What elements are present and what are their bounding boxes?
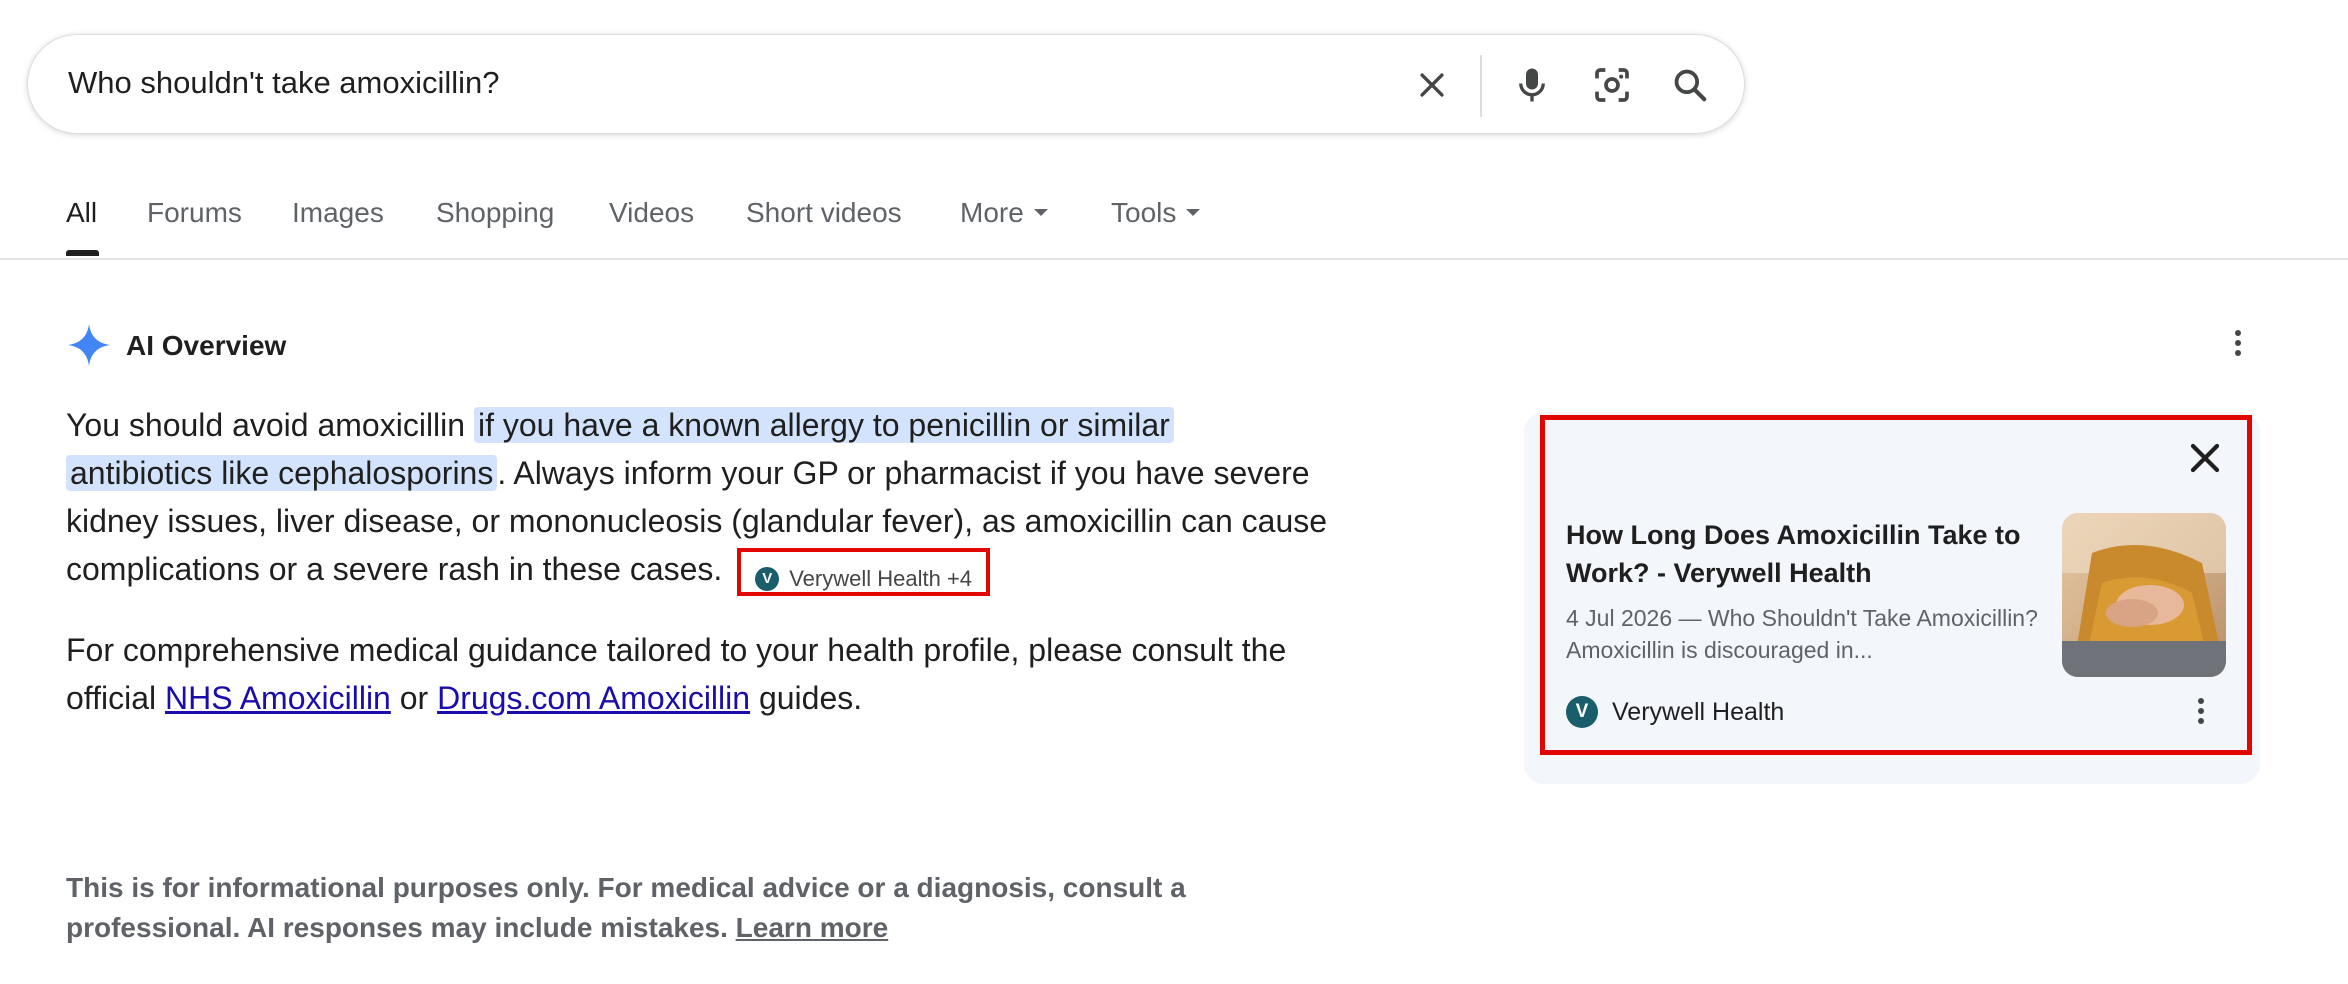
chevron-down-icon xyxy=(1033,209,1048,217)
clear-icon[interactable] xyxy=(1408,61,1456,109)
guidance-text-end: guides. xyxy=(750,680,863,716)
answer-text: You should avoid amoxicillin xyxy=(66,407,474,443)
tabs-divider xyxy=(0,258,2348,260)
verywell-logo-icon: V xyxy=(1566,696,1598,728)
source-card-title[interactable]: How Long Does Amoxicillin Take to Work? … xyxy=(1566,516,2056,592)
verywell-logo-icon: V xyxy=(755,566,780,591)
source-card-thumbnail[interactable] xyxy=(2062,513,2226,677)
ai-overview-answer: You should avoid amoxicillin if you have… xyxy=(66,401,1366,596)
source-card[interactable]: How Long Does Amoxicillin Take to Work? … xyxy=(1540,415,2252,755)
source-card-more-options-icon[interactable] xyxy=(2195,696,2207,731)
citation-chip-label: Verywell Health +4 xyxy=(789,565,973,591)
tab-shopping[interactable]: Shopping xyxy=(436,197,554,229)
source-card-site-name: Verywell Health xyxy=(1612,697,1785,726)
search-tabs: All Forums Images Shopping Videos Short … xyxy=(0,180,2348,260)
learn-more-link[interactable]: Learn more xyxy=(736,912,889,943)
highlighted-answer: if you have a known allergy to penicilli… xyxy=(473,407,1174,443)
source-card-site[interactable]: V Verywell Health xyxy=(1566,696,1784,728)
close-icon[interactable] xyxy=(2187,440,2223,481)
tab-more[interactable]: More xyxy=(960,197,1048,229)
tab-tools-label: Tools xyxy=(1111,197,1177,228)
source-card-snippet: 4 Jul 2026 — Who Shouldn't Take Amoxicil… xyxy=(1566,605,2038,663)
search-icon[interactable] xyxy=(1666,61,1714,109)
chevron-down-icon xyxy=(1186,209,1201,217)
active-tab-indicator xyxy=(66,250,99,256)
tab-forums[interactable]: Forums xyxy=(147,197,242,229)
citation-chip[interactable]: V Verywell Health +4 xyxy=(737,547,991,596)
tab-short-videos[interactable]: Short videos xyxy=(746,197,902,229)
tab-tools[interactable]: Tools xyxy=(1111,197,1201,229)
search-bar[interactable]: Who shouldn't take amoxicillin? xyxy=(27,34,1745,134)
more-options-icon[interactable] xyxy=(2232,328,2244,363)
nhs-amoxicillin-link[interactable]: NHS Amoxicillin xyxy=(165,680,391,716)
ai-sparkle-icon xyxy=(66,322,112,373)
search-divider xyxy=(1480,55,1482,117)
tab-images[interactable]: Images xyxy=(292,197,384,229)
guidance-connector: or xyxy=(390,680,438,716)
tab-more-label: More xyxy=(960,197,1024,228)
drugs-com-amoxicillin-link[interactable]: Drugs.com Amoxicillin xyxy=(437,680,750,716)
lens-camera-icon[interactable] xyxy=(1588,61,1636,109)
tab-all[interactable]: All xyxy=(66,197,97,229)
microphone-icon[interactable] xyxy=(1508,61,1556,109)
search-input[interactable]: Who shouldn't take amoxicillin? xyxy=(68,65,500,101)
ai-overview-title: AI Overview xyxy=(126,330,287,361)
disclaimer-text: This is for informational purposes only.… xyxy=(66,872,1186,943)
highlighted-answer-continued: antibiotics like cephalosporins xyxy=(66,455,498,491)
ai-overview-guidance: For comprehensive medical guidance tailo… xyxy=(66,626,1366,722)
ai-disclaimer: This is for informational purposes only.… xyxy=(66,868,1266,948)
tab-videos[interactable]: Videos xyxy=(609,197,694,229)
